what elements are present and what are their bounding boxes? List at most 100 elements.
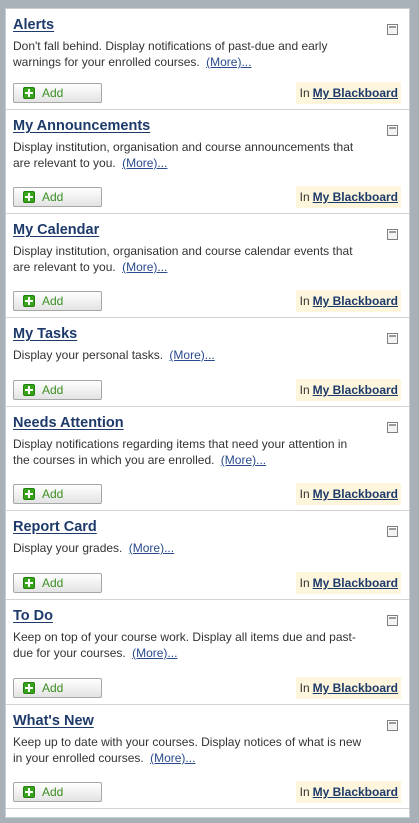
module-checkbox[interactable] — [387, 333, 398, 344]
module-list: Alerts Don't fall behind. Display notifi… — [5, 8, 410, 818]
add-button[interactable]: Add — [13, 380, 102, 400]
my-blackboard-link[interactable]: My Blackboard — [313, 86, 398, 100]
location-prefix: In — [299, 294, 310, 308]
module-checkbox[interactable] — [387, 615, 398, 626]
more-link[interactable]: (More)... — [122, 156, 167, 170]
add-label: Add — [42, 190, 64, 204]
description-text: Don't fall behind. Display notifications… — [13, 39, 328, 69]
description-text: Display your personal tasks. — [13, 348, 164, 362]
add-label: Add — [42, 487, 64, 501]
module-title[interactable]: My Tasks — [13, 324, 77, 344]
plus-icon — [23, 577, 35, 589]
add-label: Add — [42, 576, 64, 590]
module-title[interactable]: What's New — [13, 711, 94, 731]
module-title[interactable]: Report Card — [13, 517, 97, 537]
module-description: Display institution, organisation and co… — [13, 139, 365, 171]
location-badge: In My Blackboard — [295, 290, 401, 312]
plus-icon — [23, 295, 35, 307]
location-prefix: In — [299, 681, 310, 695]
add-button[interactable]: Add — [13, 187, 102, 207]
plus-icon — [23, 384, 35, 396]
more-link[interactable]: (More)... — [132, 646, 177, 660]
module-title[interactable]: Needs Attention — [13, 413, 124, 433]
description-text: Display institution, organisation and co… — [13, 244, 353, 274]
module-description: Display your grades. (More)... — [13, 540, 365, 556]
module-checkbox[interactable] — [387, 229, 398, 240]
location-prefix: In — [299, 487, 310, 501]
more-link[interactable]: (More)... — [129, 541, 174, 555]
module-actions: Add In My Blackboard — [13, 290, 401, 312]
plus-icon — [23, 488, 35, 500]
module-description: Keep on top of your course work. Display… — [13, 629, 365, 661]
module-my-tasks: My Tasks Display your personal tasks. (M… — [6, 318, 409, 407]
add-label: Add — [42, 86, 64, 100]
location-prefix: In — [299, 383, 310, 397]
module-description: Keep up to date with your courses. Displ… — [13, 734, 365, 766]
module-checkbox[interactable] — [387, 24, 398, 35]
more-link[interactable]: (More)... — [221, 453, 266, 467]
module-title[interactable]: Alerts — [13, 15, 54, 35]
add-button[interactable]: Add — [13, 83, 102, 103]
add-label: Add — [42, 294, 64, 308]
module-actions: Add In My Blackboard — [13, 781, 401, 803]
description-text: Display institution, organisation and co… — [13, 140, 354, 170]
plus-icon — [23, 682, 35, 694]
location-prefix: In — [299, 86, 310, 100]
module-whats-new: What's New Keep up to date with your cou… — [6, 705, 409, 809]
description-text: Display notifications regarding items th… — [13, 437, 348, 467]
module-actions: Add In My Blackboard — [13, 483, 401, 505]
add-button[interactable]: Add — [13, 484, 102, 504]
location-badge: In My Blackboard — [295, 186, 401, 208]
module-description: Display your personal tasks. (More)... — [13, 347, 365, 363]
module-checkbox[interactable] — [387, 526, 398, 537]
add-label: Add — [42, 383, 64, 397]
module-description: Display notifications regarding items th… — [13, 436, 365, 468]
location-badge: In My Blackboard — [295, 572, 401, 594]
add-label: Add — [42, 785, 64, 799]
add-button[interactable]: Add — [13, 678, 102, 698]
module-alerts: Alerts Don't fall behind. Display notifi… — [6, 9, 409, 110]
location-badge: In My Blackboard — [295, 677, 401, 699]
module-actions: Add In My Blackboard — [13, 82, 401, 104]
module-actions: Add In My Blackboard — [13, 379, 401, 401]
plus-icon — [23, 87, 35, 99]
module-needs-attention: Needs Attention Display notifications re… — [6, 407, 409, 511]
my-blackboard-link[interactable]: My Blackboard — [313, 383, 398, 397]
module-actions: Add In My Blackboard — [13, 572, 401, 594]
module-my-calendar: My Calendar Display institution, organis… — [6, 214, 409, 318]
my-blackboard-link[interactable]: My Blackboard — [313, 785, 398, 799]
my-blackboard-link[interactable]: My Blackboard — [313, 576, 398, 590]
my-blackboard-link[interactable]: My Blackboard — [313, 487, 398, 501]
add-button[interactable]: Add — [13, 573, 102, 593]
more-link[interactable]: (More)... — [122, 260, 167, 274]
module-report-card: Report Card Display your grades. (More).… — [6, 511, 409, 600]
more-link[interactable]: (More)... — [169, 348, 214, 362]
location-prefix: In — [299, 785, 310, 799]
description-text: Display your grades. — [13, 541, 123, 555]
module-checkbox[interactable] — [387, 422, 398, 433]
description-text: Keep on top of your course work. Display… — [13, 630, 356, 660]
module-description: Display institution, organisation and co… — [13, 243, 365, 275]
plus-icon — [23, 786, 35, 798]
more-link[interactable]: (More)... — [150, 751, 195, 765]
location-badge: In My Blackboard — [295, 379, 401, 401]
add-label: Add — [42, 681, 64, 695]
module-my-announcements: My Announcements Display institution, or… — [6, 110, 409, 214]
location-badge: In My Blackboard — [295, 781, 401, 803]
my-blackboard-link[interactable]: My Blackboard — [313, 190, 398, 204]
add-button[interactable]: Add — [13, 782, 102, 802]
my-blackboard-link[interactable]: My Blackboard — [313, 681, 398, 695]
module-actions: Add In My Blackboard — [13, 677, 401, 699]
module-to-do: To Do Keep on top of your course work. D… — [6, 600, 409, 705]
location-badge: In My Blackboard — [295, 82, 401, 104]
module-checkbox[interactable] — [387, 720, 398, 731]
location-prefix: In — [299, 576, 310, 590]
add-button[interactable]: Add — [13, 291, 102, 311]
module-title[interactable]: My Announcements — [13, 116, 150, 136]
my-blackboard-link[interactable]: My Blackboard — [313, 294, 398, 308]
module-title[interactable]: My Calendar — [13, 220, 99, 240]
module-title[interactable]: To Do — [13, 606, 53, 626]
module-actions: Add In My Blackboard — [13, 186, 401, 208]
module-checkbox[interactable] — [387, 125, 398, 136]
more-link[interactable]: (More)... — [206, 55, 251, 69]
